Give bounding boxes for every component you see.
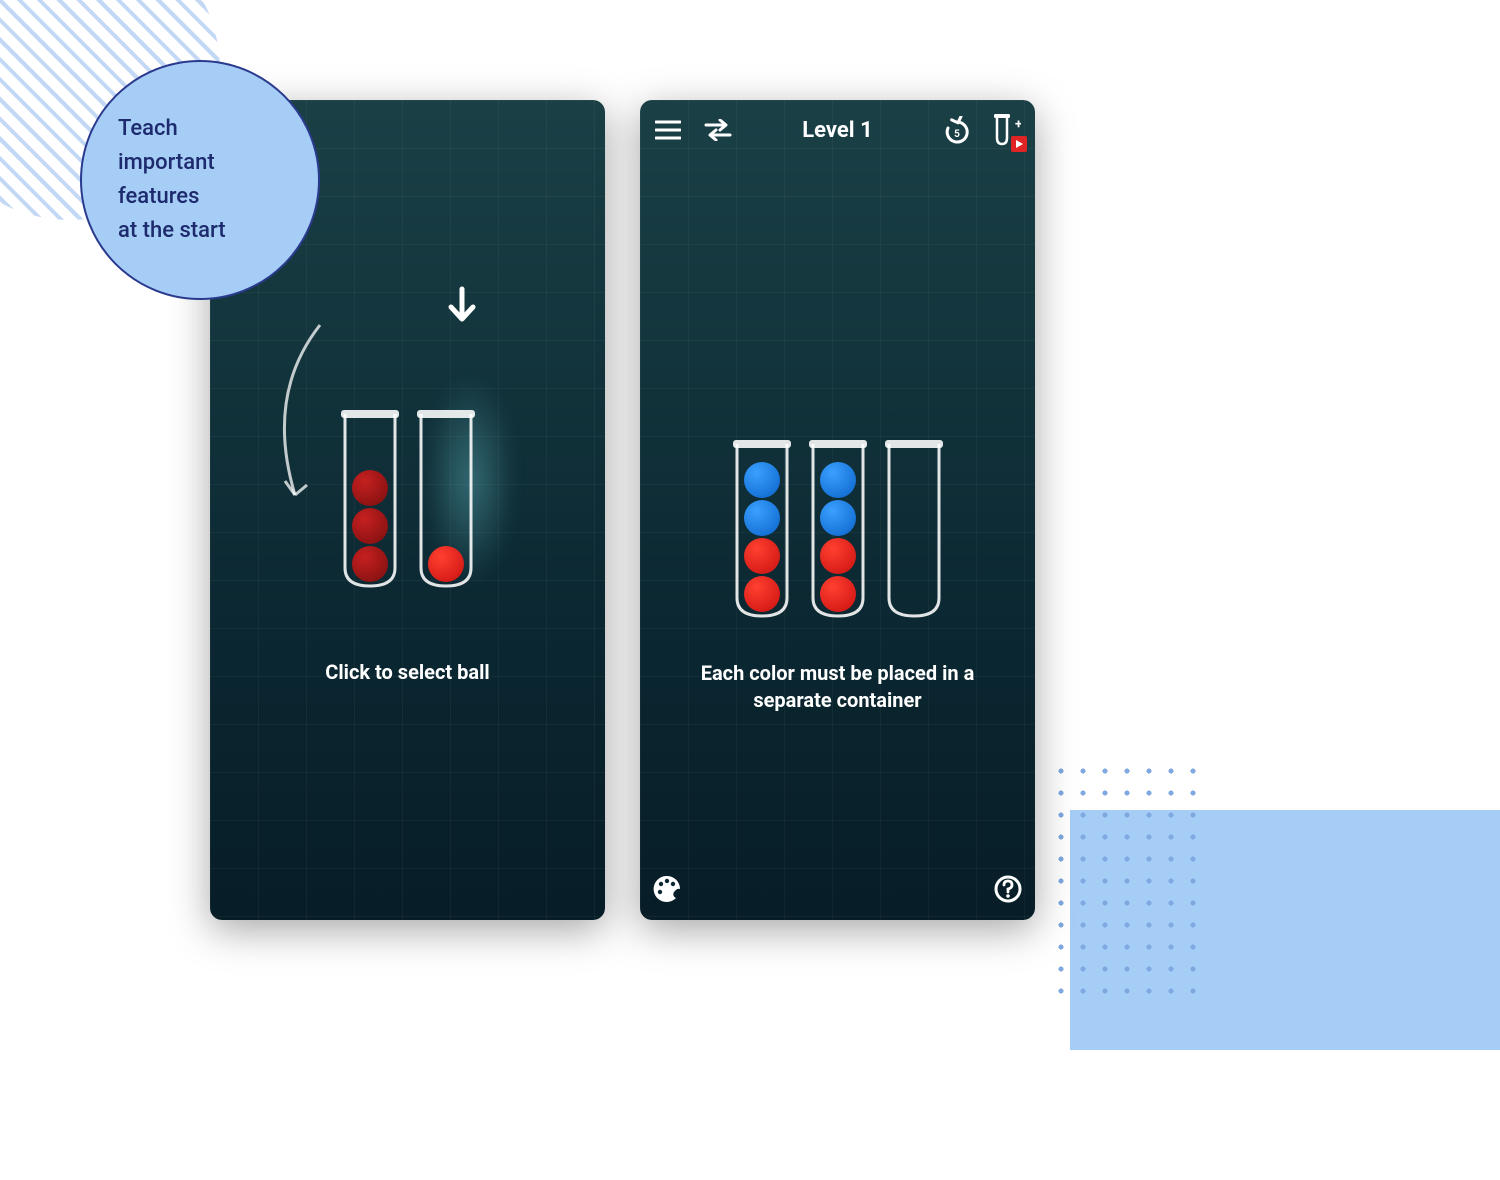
tube-row [640,440,1035,620]
menu-icon[interactable] [654,116,682,144]
tube-3[interactable] [885,440,943,620]
callout-line: Teach [118,112,282,146]
callout-text: Teach important features at the start [118,112,282,248]
arrow-down-icon [445,285,479,329]
top-bar: Level 1 5 +1 [640,100,1035,160]
ball [352,546,388,582]
instruction-text: Each color must be placed in a separate … [640,660,1035,714]
ball [428,546,464,582]
help-icon[interactable] [993,874,1023,908]
tube-2[interactable] [417,410,475,590]
ball [820,500,856,536]
ball [744,576,780,612]
ball [820,462,856,498]
tube-1-balls [733,462,791,612]
tutorial-screen-2: Level 1 5 +1 [640,100,1035,920]
add-tube-icon[interactable]: +1 [993,114,1021,146]
ball [744,500,780,536]
shuffle-icon[interactable] [704,116,732,144]
tube-2-balls [809,462,867,612]
palette-icon[interactable] [652,874,682,908]
level-title: Level 1 [802,118,872,143]
callout-line: important [118,146,282,180]
tube-2[interactable] [809,440,867,620]
ball [744,462,780,498]
undo-icon[interactable]: 5 [943,116,971,144]
callout-line: features [118,180,282,214]
curved-pointer-arrow [260,315,350,515]
svg-text:5: 5 [954,129,960,140]
decoration-dots [1050,760,1210,1000]
ball [820,576,856,612]
tube-1[interactable] [733,440,791,620]
add-tube-label: +1 [1015,117,1021,132]
ball [352,508,388,544]
video-ad-badge [1011,136,1027,152]
instruction-text: Click to select ball [210,660,605,684]
ball [352,470,388,506]
ball [744,538,780,574]
callout-line: at the start [118,214,282,248]
tube-2-balls [417,546,475,582]
callout-bubble: Teach important features at the start [80,60,320,300]
ball [820,538,856,574]
